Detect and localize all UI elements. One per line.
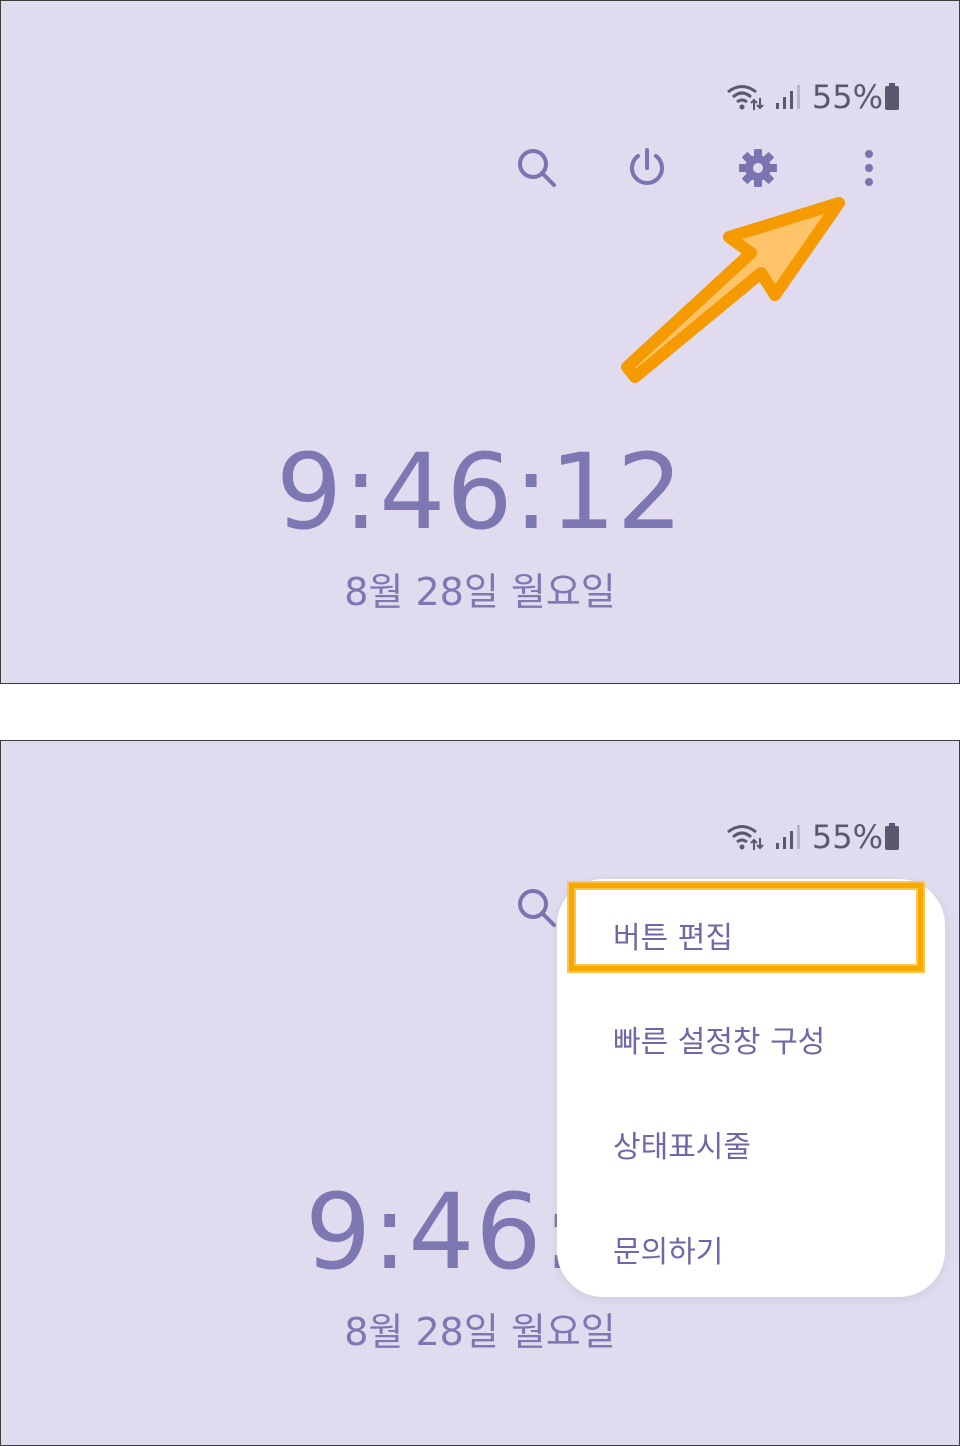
signal-icon [774,823,802,851]
wifi-icon [724,822,764,852]
screenshot-panel-after: 55% 9:46:1 8월 28일 월요일 버튼 편집 빠른 설정창 구성 상태… [0,740,960,1446]
annotation-arrow-icon [611,181,861,405]
battery-percent: 55% [811,78,883,116]
signal-icon [774,83,802,111]
search-icon[interactable] [513,884,561,932]
menu-item-contact-us[interactable]: 문의하기 [613,1227,723,1271]
battery-icon [883,82,901,112]
status-bar: 55% [724,817,901,857]
search-icon[interactable] [513,144,561,192]
wifi-icon [724,82,764,112]
clock-time: 9:46:12 [276,431,684,553]
status-bar: 55% [724,77,901,117]
menu-item-status-bar[interactable]: 상태표시줄 [613,1122,751,1166]
menu-item-quick-settings-layout[interactable]: 빠른 설정창 구성 [613,1017,825,1061]
screenshot-panel-before: 55% 9:46:12 8월 28일 월요일 [0,0,960,684]
battery-icon [883,822,901,852]
battery-percent: 55% [811,818,883,856]
clock-date: 8월 28일 월요일 [344,570,616,614]
highlight-box [569,883,923,971]
clock-date: 8월 28일 월요일 [344,1310,616,1354]
